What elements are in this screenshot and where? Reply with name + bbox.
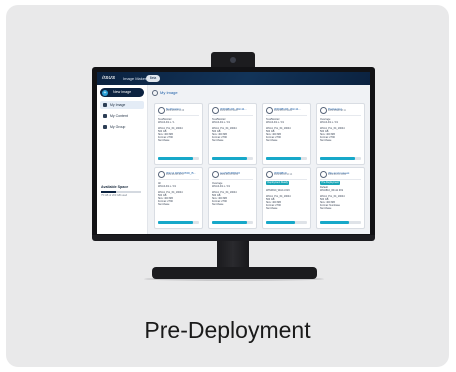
available-space: Available Space 75 GB of 200 GB used — [101, 185, 145, 197]
tile-date: 2022-08-01 13:53 — [328, 174, 347, 176]
tile-divider — [212, 115, 253, 116]
tile-progress-fill — [158, 157, 193, 160]
tile-progress-bar — [212, 221, 253, 224]
tile-select-radio[interactable] — [212, 171, 219, 178]
image-tile[interactable]: Notification 2022-08-16 14:29 Test/Monitor… — [154, 103, 203, 165]
image-tile[interactable]: WIN0810 2022-08-03 16:14 Deployment Ready W… — [262, 167, 311, 229]
tile-progress-fill — [212, 157, 247, 160]
tile-progress-fill — [320, 221, 349, 224]
tile-detail-line: Num/base — [266, 207, 278, 210]
tile-detail-line: Num/base — [158, 139, 170, 142]
tile-detail-line: Win10-D1.x / 19 — [266, 121, 284, 124]
image-tile[interactable]: this.and.request 2022-08-01 13:53 Pre-Depl… — [316, 167, 365, 229]
tile-detail-line: Win10-D1.x / 1 — [158, 121, 175, 124]
tile-date: 2022-08-10 16:51 — [274, 110, 293, 112]
new-image-button[interactable]: + New Image — [100, 88, 144, 97]
tile-select-radio[interactable] — [212, 107, 219, 114]
tile-detail-line: Num/base — [158, 203, 170, 206]
tile-progress-bar — [266, 157, 307, 160]
select-all-radio[interactable] — [152, 89, 158, 96]
tile-detail-line: Num/base — [266, 139, 278, 142]
tile-detail-line: Num/base — [212, 203, 224, 206]
tile-detail-line: Num/base — [212, 139, 224, 142]
tile-date: 2022-08-08 18:11 — [328, 110, 346, 112]
tile-progress-fill — [266, 221, 295, 224]
image-tile[interactable]: test/WIN0810X 2022-08-03 19:01 Overrage Win… — [208, 167, 257, 229]
tile-detail-line: Win10-D1.x / 19 — [320, 121, 338, 124]
tile-detail-line: Num/base — [320, 139, 332, 142]
sidebar-item-my-group[interactable]: My Group — [100, 123, 144, 131]
tile-progress-bar — [158, 157, 199, 160]
tile-divider — [320, 115, 361, 116]
monitor-stand-base — [152, 267, 317, 279]
tile-progress-bar — [320, 221, 361, 224]
sidebar-item-my-image[interactable]: My Image — [100, 101, 144, 109]
main-title-text: My Image — [160, 90, 178, 95]
app-header: /ISUS Image Maker Beta — [97, 72, 370, 85]
tile-select-radio[interactable] — [158, 171, 165, 178]
beta-badge: Beta — [146, 74, 160, 82]
app-title: Image Maker — [123, 75, 147, 81]
storage-bar — [101, 191, 141, 193]
image-icon — [103, 103, 107, 107]
tile-divider — [158, 179, 199, 180]
tile-status-badge: Deployment Ready — [266, 181, 290, 185]
tile-detail-line: Win10-D1.x / 19 — [212, 121, 230, 124]
sidebar-item-my-content[interactable]: My Content — [100, 112, 144, 120]
tile-select-radio[interactable] — [266, 171, 273, 178]
new-image-label: New Image — [113, 90, 132, 94]
card-caption: Pre-Deployment — [144, 317, 311, 343]
sidebar-item-label: My Content — [110, 114, 128, 118]
content-icon — [103, 114, 107, 118]
group-icon — [103, 125, 107, 129]
tile-select-radio[interactable] — [158, 107, 165, 114]
tile-select-radio[interactable] — [320, 107, 327, 114]
sidebar: + New Image My Image My Content My Group… — [97, 85, 148, 234]
webcam — [211, 52, 255, 68]
tile-progress-bar — [158, 221, 199, 224]
tile-divider — [212, 179, 253, 180]
tile-date: 2022-08-03 19:01 — [220, 174, 239, 176]
tile-divider — [158, 115, 199, 116]
plus-icon: + — [102, 89, 108, 96]
tile-progress-fill — [266, 157, 301, 160]
tile-select-radio[interactable] — [320, 171, 327, 178]
tile-select-radio[interactable] — [266, 107, 273, 114]
tile-date: 2022-08-08 10:57 — [166, 174, 185, 176]
sidebar-item-label: My Group — [110, 125, 126, 129]
tile-detail-line: Win0810_Win11 #19 — [320, 189, 344, 192]
main-title: My Image — [152, 89, 178, 96]
available-space-title: Available Space — [101, 185, 129, 189]
webcam-lens — [230, 57, 236, 63]
main-content: My Image Notification 2022-08-16 14:29 Tes… — [148, 85, 370, 234]
tile-progress-fill — [320, 157, 355, 160]
tile-progress-bar — [320, 157, 361, 160]
feature-card[interactable]: /ISUS Image Maker Beta + New Image My Im… — [6, 5, 449, 367]
monitor-screen: /ISUS Image Maker Beta + New Image My Im… — [97, 72, 370, 234]
brand-logo: /ISUS — [102, 75, 116, 80]
tile-detail-line: WIN0810_Win11 #19 — [266, 189, 290, 192]
tile-divider — [266, 179, 307, 180]
tile-progress-bar — [212, 157, 253, 160]
tile-date: 2022-08-16 14:29 — [166, 110, 185, 112]
image-tile[interactable]: Packaging 2022-08-08 18:11 Overrage Win10-D… — [316, 103, 365, 165]
available-space-detail: 75 GB of 200 GB used — [101, 193, 128, 197]
image-tile[interactable]: Win11 DISM PDD_B... 2022-08-08 10:57 All Wi… — [154, 167, 203, 229]
image-tile[interactable]: WIN0810X_Win11... 2022-08-10 16:51 Test/Mo… — [262, 103, 311, 165]
image-tile[interactable]: WIN0810X_Win11... 2022-08-10 16:57 Test/Mo… — [208, 103, 257, 165]
tile-detail-line: Win10-D1.x / 19 — [158, 185, 176, 188]
tile-divider — [320, 179, 361, 180]
storage-bar-fill — [101, 191, 116, 193]
tile-progress-fill — [158, 221, 193, 224]
tile-detail-line: Win10-D1.x / 19 — [212, 185, 230, 188]
tile-detail-line: Num/base — [320, 207, 332, 210]
sidebar-item-label: My Image — [110, 103, 126, 107]
tile-progress-fill — [212, 221, 247, 224]
tile-divider — [266, 115, 307, 116]
tile-progress-bar — [266, 221, 307, 224]
tile-status-badge: Pre-Deployment — [320, 181, 341, 185]
tile-date: 2022-08-10 16:57 — [220, 110, 239, 112]
tile-date: 2022-08-03 16:14 — [274, 174, 293, 176]
